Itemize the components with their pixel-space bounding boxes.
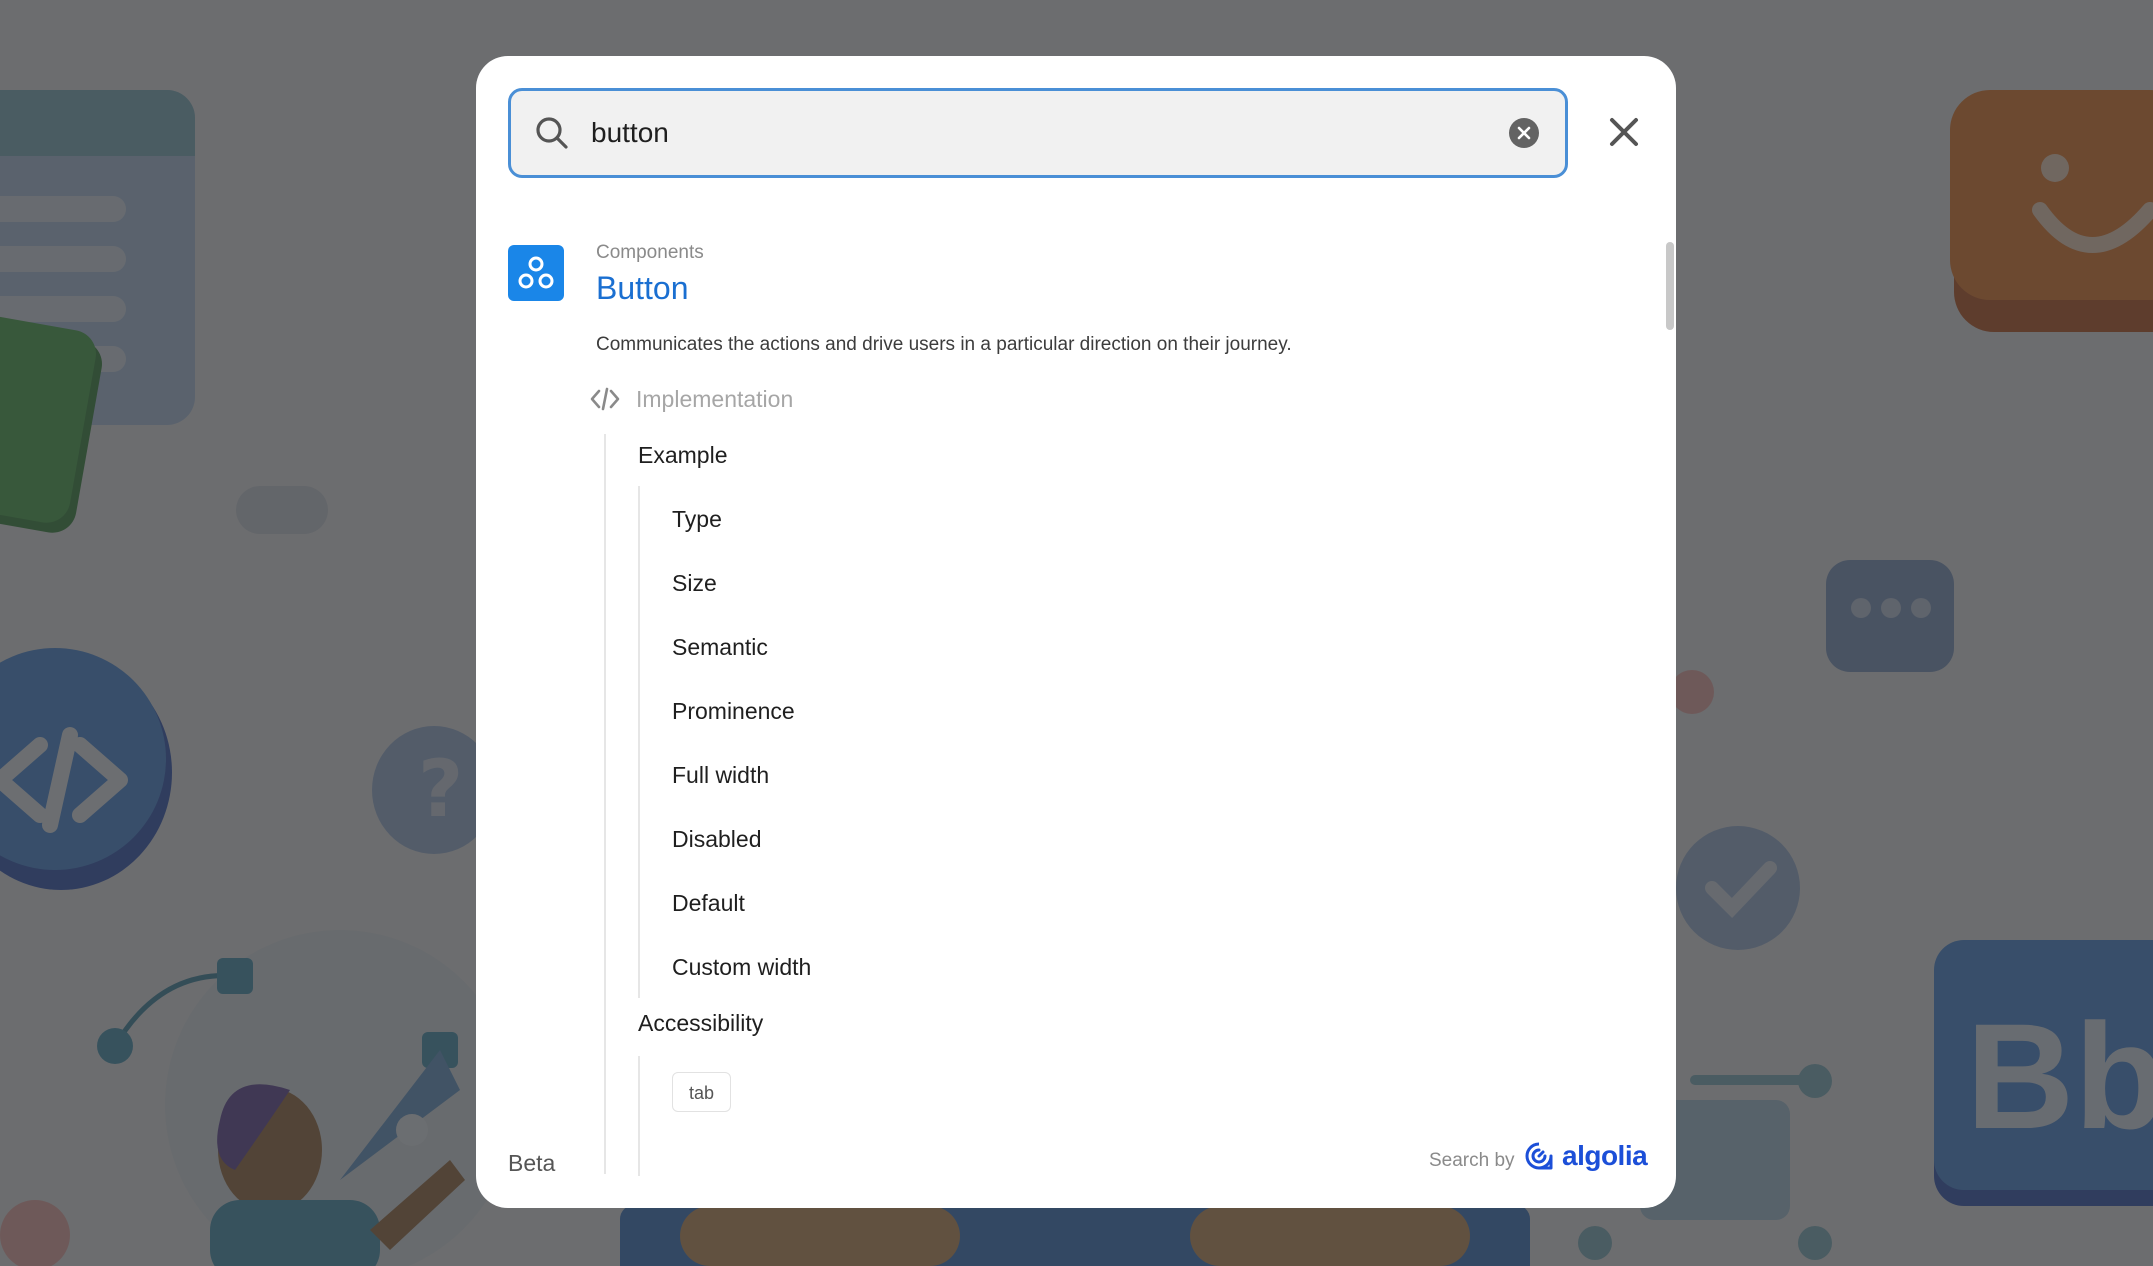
clear-search-button[interactable]	[1509, 118, 1539, 148]
close-modal-button[interactable]	[1594, 102, 1654, 162]
tree-guide-line	[638, 486, 640, 998]
search-box	[508, 88, 1568, 178]
item-custom-width-link[interactable]: Custom width	[672, 954, 811, 981]
subsection-accessibility-link[interactable]: Accessibility	[638, 1010, 763, 1037]
search-input[interactable]	[589, 102, 1509, 164]
item-size-link[interactable]: Size	[672, 570, 717, 597]
algolia-brand: algolia	[1562, 1140, 1648, 1171]
item-semantic-link[interactable]: Semantic	[672, 634, 768, 661]
item-full-width-link[interactable]: Full width	[672, 762, 769, 789]
search-modal: Components Button Communicates the actio…	[476, 56, 1676, 1208]
item-default-link[interactable]: Default	[672, 890, 745, 917]
algolia-logo-icon	[1525, 1142, 1553, 1170]
close-icon	[1610, 118, 1638, 146]
algolia-link[interactable]: algolia	[1524, 1140, 1648, 1172]
code-icon	[590, 387, 620, 411]
subsection-example-link[interactable]: Example	[638, 442, 727, 469]
beta-label: Beta	[508, 1150, 556, 1176]
keyword-tag[interactable]: tab	[672, 1072, 732, 1112]
search-icon	[536, 117, 568, 149]
search-by-label: Search by	[1429, 1150, 1515, 1171]
tree-guide-line	[604, 434, 606, 1174]
result-title-link[interactable]: Button	[596, 270, 689, 307]
item-prominence-link[interactable]: Prominence	[672, 698, 795, 725]
clear-icon	[1517, 126, 1531, 140]
result-category: Components	[596, 242, 704, 263]
results-scrollbar[interactable]	[1666, 242, 1674, 330]
tree-guide-line	[638, 1056, 640, 1176]
item-disabled-link[interactable]: Disabled	[672, 826, 762, 853]
result-description: Communicates the actions and drive users…	[596, 334, 1292, 355]
section-implementation-link[interactable]: Implementation	[636, 386, 793, 413]
component-icon	[508, 245, 564, 301]
item-type-link[interactable]: Type	[672, 506, 722, 533]
